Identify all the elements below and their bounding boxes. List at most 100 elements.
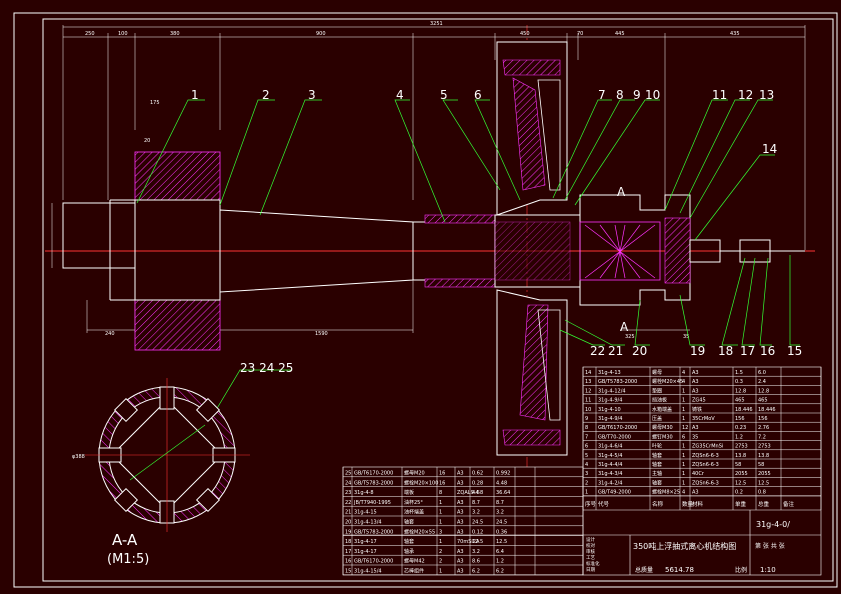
- bom-left-cell: 1: [439, 520, 442, 526]
- bom-right-cell: 水箱端盖: [652, 406, 672, 413]
- bom-right-cell: 1: [682, 462, 685, 468]
- drawing-weight: 5614.78: [665, 566, 694, 574]
- bom-left-cell: 4.48: [496, 480, 507, 486]
- leader-9: 9: [633, 88, 641, 102]
- bom-left-cell: A3: [457, 471, 464, 477]
- bom-left-cell: 31g-4-15: [354, 510, 377, 516]
- section-title: A-A: [112, 531, 138, 549]
- bom-right-cell: 螺钉M30: [652, 433, 673, 440]
- bom-left-cell: 36.64: [496, 490, 510, 496]
- bearing-housing-top: [134, 151, 221, 201]
- bom-right-cell: 2: [585, 480, 588, 486]
- leader-23-24-25: 23 24 25: [240, 361, 293, 375]
- bom-right-header-cell: 总重: [758, 500, 770, 508]
- bom-left-cell: 17: [345, 549, 351, 555]
- bom-right-cell: 10: [585, 407, 591, 413]
- bom-right-cell: 156: [735, 416, 745, 422]
- bom-right-cell: 1: [682, 480, 685, 486]
- bom-right-cell: 35: [692, 434, 698, 440]
- bom-right-cell: 4: [682, 370, 685, 376]
- leader-2: 2: [262, 88, 270, 102]
- leader-1: 1: [191, 88, 199, 102]
- bom-left-cell: GB/T6170-2000: [354, 471, 393, 477]
- bom-right-cell: 12.8: [735, 388, 746, 394]
- dim-900: 900: [316, 31, 326, 37]
- bom-right-cell: 31g-4-2/4: [598, 480, 622, 486]
- bom-left: 25 GB/T6170-2000 螺母M20 16 A3 0.62 0.99224 GB/T5…: [342, 467, 583, 576]
- bom-right-cell: 6: [585, 444, 588, 450]
- bom-right-cell: ZG45: [692, 398, 706, 404]
- dim-450: 450: [520, 31, 530, 37]
- bom-left-cell: 轴承: [404, 548, 414, 555]
- bom-left-cell: 轴套: [404, 519, 414, 526]
- bom-right-cell: 1: [585, 490, 588, 496]
- title-block-label: 审核: [586, 548, 595, 555]
- bom-left-cell: 31g-4-15/4: [354, 569, 382, 575]
- bom-left-cell: 21: [345, 510, 351, 516]
- bom-left-cell: 芯棒组件: [404, 568, 424, 575]
- bom-right-header-cell: 代号: [598, 500, 610, 508]
- bom-left-cell: 3.2: [496, 510, 504, 516]
- bom-left-cell: 6.2: [496, 569, 504, 575]
- bom-left-cell: 24.5: [472, 520, 483, 526]
- bom-left-cell: 12.5: [496, 539, 507, 545]
- bom-left-cell: 8.6: [472, 559, 480, 565]
- leader-19: 19: [690, 344, 705, 358]
- bom-right-cell: 螺母M30: [652, 424, 673, 431]
- bom-left-cell: 螺栓M20×55: [404, 528, 435, 535]
- bom-right-cell: 6: [682, 434, 685, 440]
- leader-10: 10: [645, 88, 660, 102]
- shaft-end: [62, 202, 136, 269]
- cad-drawing: 3251 250 100 380 900 450 70 445 435 240 …: [13, 12, 838, 588]
- cut-marker-bottom: A: [620, 320, 629, 334]
- bom-left-cell: 31g-4-8: [354, 490, 374, 496]
- leader-20: 20: [632, 344, 647, 358]
- bom-left-cell: JB/T7940-1995: [353, 500, 391, 506]
- leader-3: 3: [308, 88, 316, 102]
- bom-right-cell: 18.446: [758, 407, 776, 413]
- bom-right-cell: 4: [682, 490, 685, 496]
- leader-22: 22: [590, 344, 605, 358]
- bom-right-cell: 2055: [758, 471, 771, 477]
- bom-right-cell: GB/T6170-2000: [598, 425, 637, 431]
- bom-left-cell: 2: [439, 559, 442, 565]
- title-block-label: 工艺: [586, 555, 595, 561]
- bom-right-cell: 2055: [735, 471, 748, 477]
- bom-right-cell: 12.5: [758, 480, 769, 486]
- sheet-label: 第 张 共 张: [755, 542, 785, 550]
- bom-right-cell: A3: [692, 425, 699, 431]
- leader-13: 13: [759, 88, 774, 102]
- dim-175: 175: [150, 100, 160, 106]
- leader-11: 11: [712, 88, 727, 102]
- scale-label: 比例: [735, 566, 747, 574]
- bom-right-cell: 31g-4-5/4: [598, 453, 622, 459]
- dim-250: 250: [85, 31, 95, 37]
- bom-left-cell: 24: [345, 480, 351, 486]
- bom-right-cell: 轴套: [652, 461, 662, 468]
- bom-right-cell: 31g-4-3/4: [598, 471, 622, 477]
- dim-1590: 1590: [315, 331, 328, 337]
- dim-total: 3251: [430, 21, 443, 27]
- bom-right-cell: 465: [735, 398, 745, 404]
- bom-left-cell: A3: [457, 549, 464, 555]
- bom-left-cell: 油杯端盖: [404, 509, 424, 516]
- bom-right-cell: 7: [585, 434, 588, 440]
- leader-17: 17: [740, 344, 755, 358]
- dim-20: 20: [144, 138, 150, 144]
- bom-right-cell: 1: [682, 398, 685, 404]
- bom-right-cell: 叶轮: [652, 443, 662, 450]
- leader-5: 5: [440, 88, 448, 102]
- bom-left-cell: GB/T5783-2000: [354, 480, 393, 486]
- leader-21: 21: [608, 344, 623, 358]
- bom-right-cell: 螺栓M20×45: [652, 378, 683, 385]
- bom-left-cell: 2: [439, 549, 442, 555]
- bom-right-cell: 1: [682, 453, 685, 459]
- bom-right-cell: 4: [585, 462, 588, 468]
- bom-right: 14 31g-4-13 螺母 4 A3 1.5 6.013 GB/T5783-2000 螺栓M2…: [582, 367, 822, 510]
- bom-right-cell: 31g-4-12/4: [598, 388, 626, 394]
- bom-right-cell: 35CrMoV: [692, 416, 715, 422]
- bom-right-cell: 1: [682, 407, 685, 413]
- bom-left-cell: 0.36: [496, 529, 507, 535]
- bom-right-cell: 1.5: [735, 370, 743, 376]
- bom-right-cell: 9: [585, 416, 588, 422]
